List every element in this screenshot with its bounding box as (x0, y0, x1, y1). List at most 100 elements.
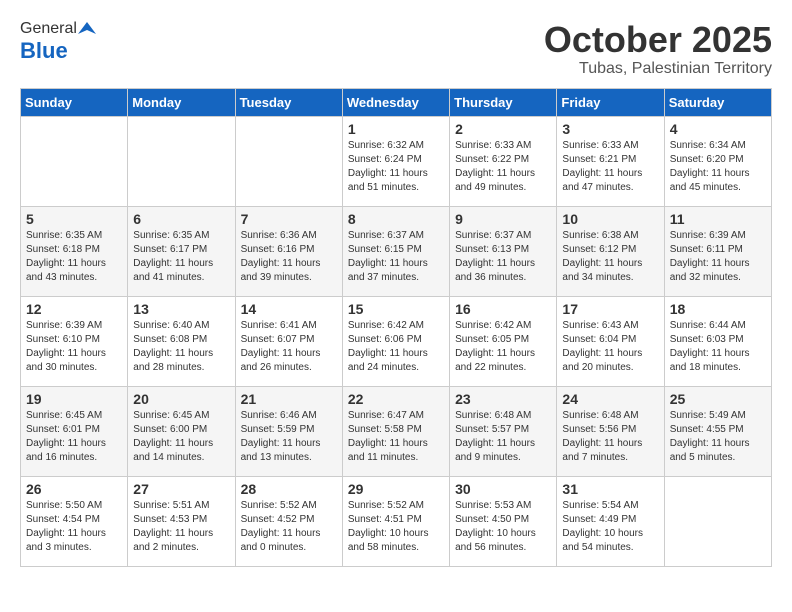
day-number: 21 (241, 391, 337, 407)
calendar-cell: 14 Sunrise: 6:41 AMSunset: 6:07 PMDayligh… (235, 296, 342, 386)
logo-bird-icon (78, 20, 96, 38)
calendar-cell: 1 Sunrise: 6:32 AMSunset: 6:24 PMDaylight… (342, 116, 449, 206)
calendar-cell: 15 Sunrise: 6:42 AMSunset: 6:06 PMDayligh… (342, 296, 449, 386)
month-title: October 2025 (544, 20, 772, 60)
day-info: Sunrise: 6:44 AMSunset: 6:03 PMDaylight:… (670, 319, 766, 375)
day-info: Sunrise: 6:38 AMSunset: 6:12 PMDaylight:… (562, 229, 658, 285)
column-header-tuesday: Tuesday (235, 88, 342, 116)
day-info: Sunrise: 5:52 AMSunset: 4:52 PMDaylight:… (241, 499, 337, 555)
logo: General Blue (20, 20, 96, 64)
column-header-monday: Monday (128, 88, 235, 116)
calendar-cell: 17Sunrise: 6:43 AMSunset: 6:04 PMDayligh… (557, 296, 664, 386)
calendar-cell: 31Sunrise: 5:54 AMSunset: 4:49 PMDayligh… (557, 476, 664, 566)
day-info: Sunrise: 6:37 AMSunset: 6:15 PMDaylight:… (348, 229, 444, 285)
calendar-cell: 12 Sunrise: 6:39 AMSunset: 6:10 PMDayligh… (21, 296, 128, 386)
calendar-cell: 8 Sunrise: 6:37 AMSunset: 6:15 PMDaylight… (342, 206, 449, 296)
day-info: Sunrise: 6:37 AMSunset: 6:13 PMDaylight:… (455, 229, 551, 285)
logo-general-text: General (20, 20, 77, 38)
day-number: 10 (562, 211, 658, 227)
day-info: Sunrise: 6:34 AMSunset: 6:20 PMDaylight:… (670, 139, 766, 195)
day-number: 15 (348, 301, 444, 317)
calendar-cell: 7Sunrise: 6:36 AMSunset: 6:16 PMDaylight… (235, 206, 342, 296)
day-info: Sunrise: 6:43 AMSunset: 6:04 PMDaylight:… (562, 319, 658, 375)
day-number: 11 (670, 211, 766, 227)
calendar-week-row: 19Sunrise: 6:45 AMSunset: 6:01 PMDayligh… (21, 386, 772, 476)
column-header-sunday: Sunday (21, 88, 128, 116)
calendar-cell: 24 Sunrise: 6:48 AMSunset: 5:56 PMDayligh… (557, 386, 664, 476)
calendar-cell: 13 Sunrise: 6:40 AMSunset: 6:08 PMDayligh… (128, 296, 235, 386)
calendar-cell (664, 476, 771, 566)
day-number: 16 (455, 301, 551, 317)
day-info: Sunrise: 6:41 AMSunset: 6:07 PMDaylight:… (241, 319, 337, 375)
day-info: Sunrise: 6:39 AMSunset: 6:11 PMDaylight:… (670, 229, 766, 285)
day-info: Sunrise: 6:45 AMSunset: 6:00 PMDaylight:… (133, 409, 229, 465)
day-number: 1 (348, 121, 444, 137)
day-info: Sunrise: 6:32 AMSunset: 6:24 PMDaylight:… (348, 139, 444, 195)
day-info: Sunrise: 6:40 AMSunset: 6:08 PMDaylight:… (133, 319, 229, 375)
day-info: Sunrise: 6:48 AMSunset: 5:57 PMDaylight:… (455, 409, 551, 465)
day-number: 18 (670, 301, 766, 317)
day-info: Sunrise: 5:54 AMSunset: 4:49 PMDaylight:… (562, 499, 658, 555)
day-info: Sunrise: 6:33 AMSunset: 6:22 PMDaylight:… (455, 139, 551, 195)
day-info: Sunrise: 6:39 AMSunset: 6:10 PMDaylight:… (26, 319, 122, 375)
day-info: Sunrise: 6:36 AMSunset: 6:16 PMDaylight:… (241, 229, 337, 285)
day-number: 29 (348, 481, 444, 497)
day-number: 27 (133, 481, 229, 497)
calendar-week-row: 26Sunrise: 5:50 AMSunset: 4:54 PMDayligh… (21, 476, 772, 566)
column-header-friday: Friday (557, 88, 664, 116)
calendar-cell (128, 116, 235, 206)
day-number: 3 (562, 121, 658, 137)
calendar-table: SundayMondayTuesdayWednesdayThursdayFrid… (20, 88, 772, 567)
calendar-cell: 29 Sunrise: 5:52 AMSunset: 4:51 PMDayligh… (342, 476, 449, 566)
day-number: 12 (26, 301, 122, 317)
day-number: 23 (455, 391, 551, 407)
location-title: Tubas, Palestinian Territory (544, 60, 772, 78)
day-number: 6 (133, 211, 229, 227)
day-info: Sunrise: 5:49 AMSunset: 4:55 PMDaylight:… (670, 409, 766, 465)
day-number: 14 (241, 301, 337, 317)
calendar-cell: 20Sunrise: 6:45 AMSunset: 6:00 PMDayligh… (128, 386, 235, 476)
day-info: Sunrise: 6:35 AMSunset: 6:18 PMDaylight:… (26, 229, 122, 285)
calendar-cell: 21 Sunrise: 6:46 AMSunset: 5:59 PMDayligh… (235, 386, 342, 476)
logo-blue-text: Blue (20, 38, 68, 64)
day-info: Sunrise: 6:48 AMSunset: 5:56 PMDaylight:… (562, 409, 658, 465)
day-info: Sunrise: 6:47 AMSunset: 5:58 PMDaylight:… (348, 409, 444, 465)
day-info: Sunrise: 5:52 AMSunset: 4:51 PMDaylight:… (348, 499, 444, 555)
calendar-cell: 11 Sunrise: 6:39 AMSunset: 6:11 PMDayligh… (664, 206, 771, 296)
calendar-cell: 3Sunrise: 6:33 AMSunset: 6:21 PMDaylight… (557, 116, 664, 206)
calendar-week-row: 1 Sunrise: 6:32 AMSunset: 6:24 PMDaylight… (21, 116, 772, 206)
calendar-cell: 18 Sunrise: 6:44 AMSunset: 6:03 PMDayligh… (664, 296, 771, 386)
calendar-cell: 6 Sunrise: 6:35 AMSunset: 6:17 PMDaylight… (128, 206, 235, 296)
day-info: Sunrise: 5:51 AMSunset: 4:53 PMDaylight:… (133, 499, 229, 555)
day-number: 30 (455, 481, 551, 497)
calendar-cell: 16Sunrise: 6:42 AMSunset: 6:05 PMDayligh… (450, 296, 557, 386)
day-info: Sunrise: 6:46 AMSunset: 5:59 PMDaylight:… (241, 409, 337, 465)
page-header: General Blue October 2025 Tubas, Palesti… (20, 20, 772, 78)
day-number: 5 (26, 211, 122, 227)
calendar-week-row: 12 Sunrise: 6:39 AMSunset: 6:10 PMDayligh… (21, 296, 772, 386)
day-number: 4 (670, 121, 766, 137)
calendar-cell: 22 Sunrise: 6:47 AMSunset: 5:58 PMDayligh… (342, 386, 449, 476)
day-number: 9 (455, 211, 551, 227)
day-info: Sunrise: 6:35 AMSunset: 6:17 PMDaylight:… (133, 229, 229, 285)
day-number: 26 (26, 481, 122, 497)
calendar-cell: 9 Sunrise: 6:37 AMSunset: 6:13 PMDaylight… (450, 206, 557, 296)
day-number: 8 (348, 211, 444, 227)
calendar-cell: 19Sunrise: 6:45 AMSunset: 6:01 PMDayligh… (21, 386, 128, 476)
calendar-cell (235, 116, 342, 206)
day-info: Sunrise: 5:53 AMSunset: 4:50 PMDaylight:… (455, 499, 551, 555)
day-number: 13 (133, 301, 229, 317)
day-info: Sunrise: 6:45 AMSunset: 6:01 PMDaylight:… (26, 409, 122, 465)
calendar-cell: 23 Sunrise: 6:48 AMSunset: 5:57 PMDayligh… (450, 386, 557, 476)
column-header-thursday: Thursday (450, 88, 557, 116)
day-number: 28 (241, 481, 337, 497)
day-number: 22 (348, 391, 444, 407)
column-header-wednesday: Wednesday (342, 88, 449, 116)
calendar-cell: 2Sunrise: 6:33 AMSunset: 6:22 PMDaylight… (450, 116, 557, 206)
day-number: 25 (670, 391, 766, 407)
title-block: October 2025 Tubas, Palestinian Territor… (544, 20, 772, 78)
day-number: 24 (562, 391, 658, 407)
calendar-header-row: SundayMondayTuesdayWednesdayThursdayFrid… (21, 88, 772, 116)
day-info: Sunrise: 6:42 AMSunset: 6:06 PMDaylight:… (348, 319, 444, 375)
calendar-cell: 5 Sunrise: 6:35 AMSunset: 6:18 PMDaylight… (21, 206, 128, 296)
